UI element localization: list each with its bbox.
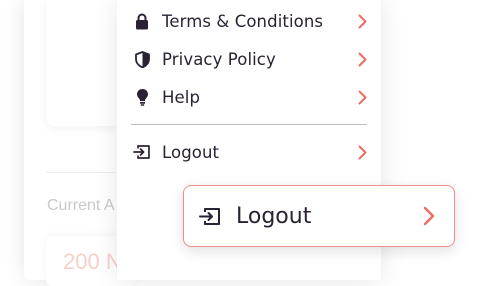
menu-item-label: Terms & Conditions	[162, 11, 324, 31]
menu-item-label: Help	[162, 87, 201, 107]
menu-item-help[interactable]: Help	[132, 82, 368, 112]
chevron-right-icon	[356, 13, 368, 29]
logout-highlight-button[interactable]: Logout	[183, 185, 455, 247]
menu-item-terms[interactable]: Terms & Conditions	[132, 6, 368, 36]
background-inner-card	[46, 0, 121, 126]
lock-icon	[132, 11, 152, 31]
chevron-right-icon	[356, 89, 368, 105]
logout-highlight-label: Logout	[236, 203, 312, 229]
menu-divider	[131, 124, 367, 125]
logout-icon	[198, 204, 222, 228]
chevron-right-icon	[356, 144, 368, 160]
menu-item-logout[interactable]: Logout	[132, 137, 368, 167]
shield-icon	[132, 49, 152, 69]
lightbulb-icon	[132, 87, 152, 107]
menu-item-label: Privacy Policy	[162, 49, 276, 69]
background-divider	[46, 172, 121, 173]
menu-item-privacy[interactable]: Privacy Policy	[132, 44, 368, 74]
chevron-right-icon	[356, 51, 368, 67]
amount-value: 200 N	[63, 249, 122, 274]
menu-item-label: Logout	[162, 142, 220, 162]
logout-icon	[132, 142, 152, 162]
chevron-right-icon	[420, 204, 438, 228]
